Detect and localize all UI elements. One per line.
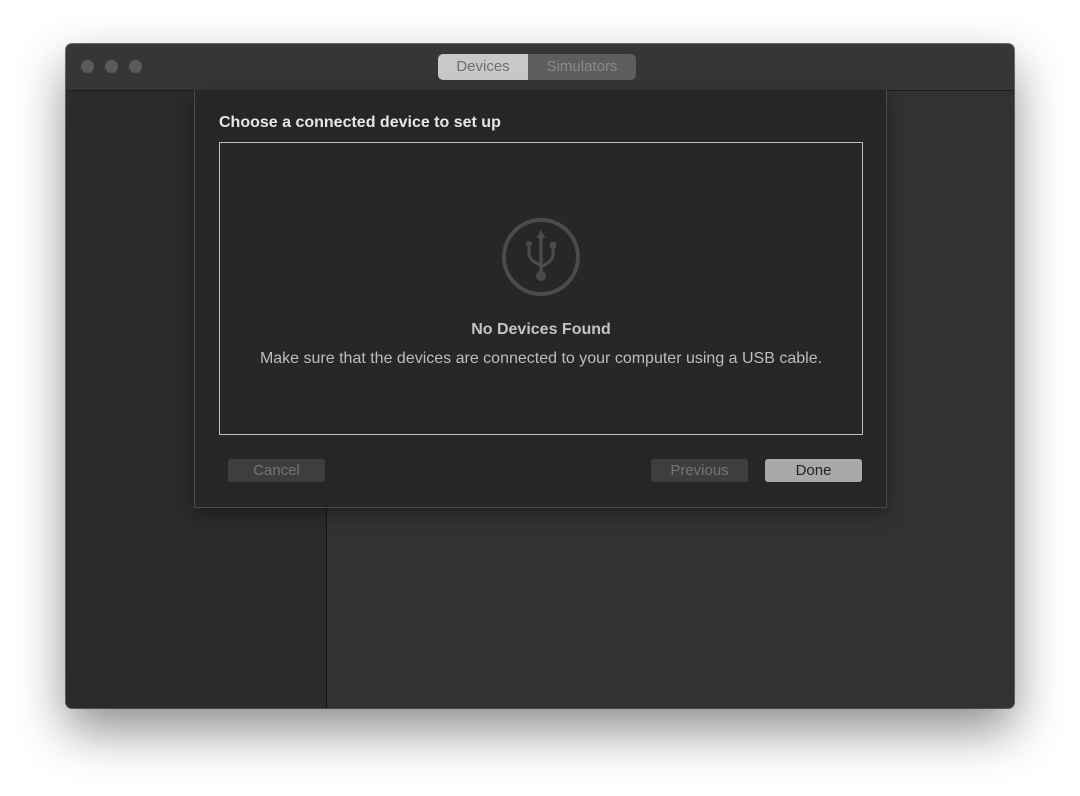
xcode-devices-window: Devices Simulators Choose a connected de… xyxy=(66,44,1014,708)
no-devices-title: No Devices Found xyxy=(471,321,611,338)
tab-devices[interactable]: Devices xyxy=(438,54,528,80)
devices-simulators-segmented-control: Devices Simulators xyxy=(438,54,636,80)
sheet-title: Choose a connected device to set up xyxy=(219,114,501,131)
device-setup-sheet: Choose a connected device to set up No D… xyxy=(194,90,887,508)
cancel-button[interactable]: Cancel xyxy=(228,459,325,482)
title-bar: Devices Simulators xyxy=(66,44,1014,91)
minimize-window-button[interactable] xyxy=(105,60,118,73)
no-devices-description: Make sure that the devices are connected… xyxy=(259,350,823,367)
device-list-box: No Devices Found Make sure that the devi… xyxy=(219,142,863,435)
previous-button[interactable]: Previous xyxy=(651,459,748,482)
tab-simulators[interactable]: Simulators xyxy=(528,54,636,80)
done-button[interactable]: Done xyxy=(765,459,862,482)
usb-icon xyxy=(502,218,580,296)
close-window-button[interactable] xyxy=(81,60,94,73)
zoom-window-button[interactable] xyxy=(129,60,142,73)
